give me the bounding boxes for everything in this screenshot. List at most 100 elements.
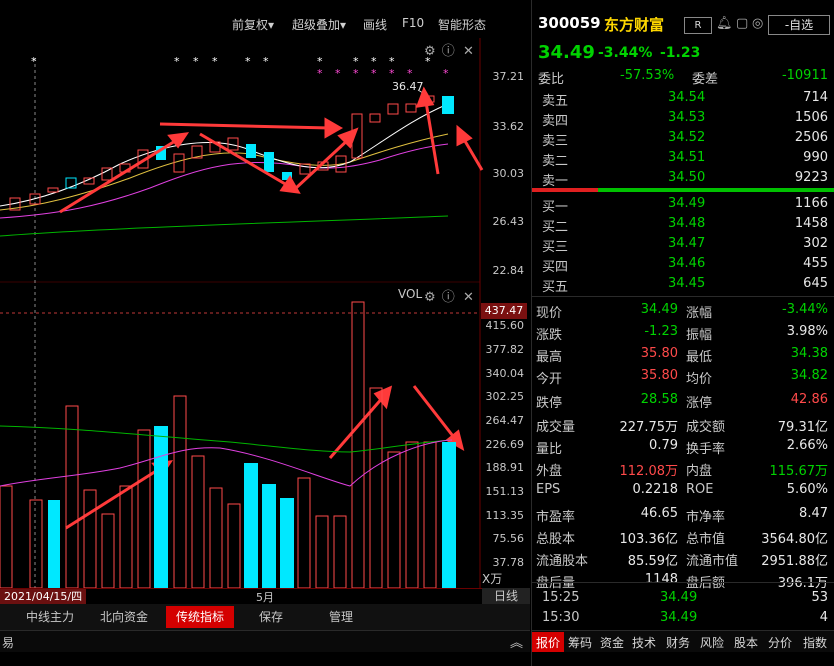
wecha-label: 委差 bbox=[692, 72, 719, 87]
vol-icons: ⚙ ⓘ ✕ bbox=[424, 286, 474, 305]
high-marker-label: 36.47 bbox=[392, 80, 424, 93]
stat-value: 34.38 bbox=[790, 346, 828, 361]
bottom-left-text: 易 bbox=[2, 636, 15, 650]
tab-traditional-indicators[interactable]: 传统指标 bbox=[166, 606, 234, 628]
ma-line-long bbox=[0, 215, 449, 237]
vol-unit: X万 bbox=[482, 572, 503, 586]
tab-north-funds[interactable]: 北向资金 bbox=[92, 606, 156, 628]
stat-label: 成交额 bbox=[686, 420, 726, 435]
tab-midline-main[interactable]: 中线主力 bbox=[18, 606, 82, 628]
quote-panel: 300059 东方财富 R 🔔︎ ▢ ◎ -自选 34.49 -3.44% -1… bbox=[531, 0, 834, 666]
tab-price-dist[interactable]: 分价 bbox=[764, 632, 796, 654]
settings-icon[interactable]: ◎ bbox=[752, 16, 763, 31]
tab-index[interactable]: 指数 bbox=[798, 632, 832, 654]
gear-icon[interactable]: ⚙ bbox=[424, 44, 436, 59]
stat-value: 103.36亿 bbox=[619, 532, 679, 547]
stat-value: -3.44% bbox=[782, 302, 828, 317]
ask-row[interactable]: 卖五 34.54 714 bbox=[532, 88, 834, 109]
chart-area[interactable]: 前复权▾ 超级叠加▾ 画线 F10 智能形态 * * * * * * * * *… bbox=[0, 0, 530, 666]
help-icon[interactable]: ⓘ bbox=[442, 290, 455, 305]
tab-risk[interactable]: 风险 bbox=[696, 632, 728, 654]
stat-label: 今开 bbox=[536, 372, 563, 387]
bid-row[interactable]: 买三 34.47 302 bbox=[532, 234, 834, 255]
bid-row[interactable]: 买一 34.49 1166 bbox=[532, 194, 834, 215]
signal-star-pink: * bbox=[353, 67, 359, 80]
signal-star-pink: * bbox=[317, 67, 323, 80]
stat-value: 79.31亿 bbox=[777, 420, 828, 435]
stat-value: 3564.80亿 bbox=[761, 532, 828, 547]
signal-star: * bbox=[245, 55, 251, 68]
tab-shares[interactable]: 股本 bbox=[730, 632, 762, 654]
stat-value: 8.47 bbox=[799, 506, 828, 521]
stat-value: 0.2218 bbox=[632, 482, 679, 497]
volume-bars bbox=[0, 301, 456, 588]
stat-label: 市盈率 bbox=[536, 510, 576, 525]
stat-label: 总市值 bbox=[686, 532, 726, 547]
info-icon[interactable]: ▢ bbox=[736, 16, 748, 31]
draw-line-button[interactable]: 画线 bbox=[363, 16, 387, 33]
stats-row: 总股本 103.36亿 总市值 3564.80亿 bbox=[532, 526, 834, 547]
tab-funds[interactable]: 资金 bbox=[596, 632, 628, 654]
stat-label: 涨幅 bbox=[686, 306, 713, 321]
ask-row[interactable]: 卖一 34.50 9223 bbox=[532, 168, 834, 189]
kline-chart[interactable]: * * * * * * * * * * * * * * * * * * 36.4… bbox=[0, 38, 530, 588]
tab-manage[interactable]: 管理 bbox=[316, 606, 366, 628]
bell-icon[interactable]: 🔔︎ bbox=[716, 16, 733, 31]
stat-label: ROE bbox=[686, 482, 714, 497]
signal-star: * bbox=[212, 55, 218, 68]
collapse-up-icon[interactable]: ︽ bbox=[510, 632, 523, 651]
tab-finance[interactable]: 财务 bbox=[662, 632, 694, 654]
period-button[interactable]: 日线 bbox=[482, 588, 530, 605]
tab-chips[interactable]: 筹码 bbox=[564, 632, 596, 654]
stat-label: 量比 bbox=[536, 442, 563, 457]
r-badge[interactable]: R bbox=[684, 17, 712, 34]
stat-value: 227.75万 bbox=[619, 420, 679, 435]
smart-pattern-button[interactable]: 智能形态 bbox=[438, 16, 486, 33]
stats-row: 流通股本 85.59亿 流通市值 2951.88亿 bbox=[532, 548, 834, 569]
stats-row: 最高 35.80 最低 34.38 bbox=[532, 344, 834, 365]
stat-label: 涨停 bbox=[686, 396, 713, 411]
vol-ytick: 264.47 bbox=[485, 414, 525, 427]
divider bbox=[532, 296, 834, 297]
close-icon[interactable]: ✕ bbox=[463, 290, 474, 305]
tab-quote[interactable]: 报价 bbox=[532, 632, 564, 654]
kline-ytick: 22.84 bbox=[492, 264, 525, 277]
divider bbox=[532, 582, 834, 583]
ask-row[interactable]: 卖四 34.53 1506 bbox=[532, 108, 834, 129]
ratio-bar-sell bbox=[532, 188, 598, 192]
bid-row[interactable]: 买二 34.48 1458 bbox=[532, 214, 834, 235]
watchlist-dropdown[interactable]: -自选 bbox=[768, 15, 830, 35]
ask-row[interactable]: 卖三 34.52 2506 bbox=[532, 128, 834, 149]
tab-tech[interactable]: 技术 bbox=[628, 632, 660, 654]
stats-row: 外盘 112.08万 内盘 115.67万 bbox=[532, 458, 834, 479]
vol-title: VOL bbox=[398, 287, 423, 301]
bid-row[interactable]: 买五 34.45 645 bbox=[532, 274, 834, 295]
restore-rights-dropdown[interactable]: 前复权▾ bbox=[232, 16, 274, 33]
stat-value: 34.49 bbox=[640, 302, 678, 317]
close-icon[interactable]: ✕ bbox=[463, 44, 474, 59]
stat-label: 跌停 bbox=[536, 396, 563, 411]
stat-value: -1.23 bbox=[644, 324, 678, 339]
stats-row: EPS 0.2218 ROE 5.60% bbox=[532, 480, 834, 500]
stat-value: 85.59亿 bbox=[627, 554, 678, 569]
crosshair-date: 2021/04/15/四 bbox=[0, 589, 87, 604]
status-strip bbox=[0, 652, 530, 666]
signal-star: * bbox=[174, 55, 180, 68]
signal-star: * bbox=[193, 55, 199, 68]
f10-button[interactable]: F10 bbox=[402, 16, 424, 30]
tick-row: 15:30 34.49 4 bbox=[542, 610, 828, 625]
stats-row: 成交量 227.75万 成交额 79.31亿 bbox=[532, 414, 834, 435]
ask-row[interactable]: 卖二 34.51 990 bbox=[532, 148, 834, 169]
vol-ytick: 113.35 bbox=[485, 509, 525, 522]
webi-label: 委比 bbox=[538, 72, 565, 87]
tab-save[interactable]: 保存 bbox=[246, 606, 296, 628]
gear-icon[interactable]: ⚙ bbox=[424, 290, 436, 305]
bid-row[interactable]: 买四 34.46 455 bbox=[532, 254, 834, 275]
help-icon[interactable]: ⓘ bbox=[442, 44, 455, 59]
signal-star-pink: * bbox=[371, 67, 377, 80]
bottom-bar-left bbox=[0, 630, 530, 653]
super-overlay-dropdown[interactable]: 超级叠加▾ bbox=[292, 16, 346, 33]
webi-value: -57.53% bbox=[620, 68, 675, 83]
stat-value: 3.98% bbox=[786, 324, 828, 339]
stat-value: 2.66% bbox=[786, 438, 828, 453]
